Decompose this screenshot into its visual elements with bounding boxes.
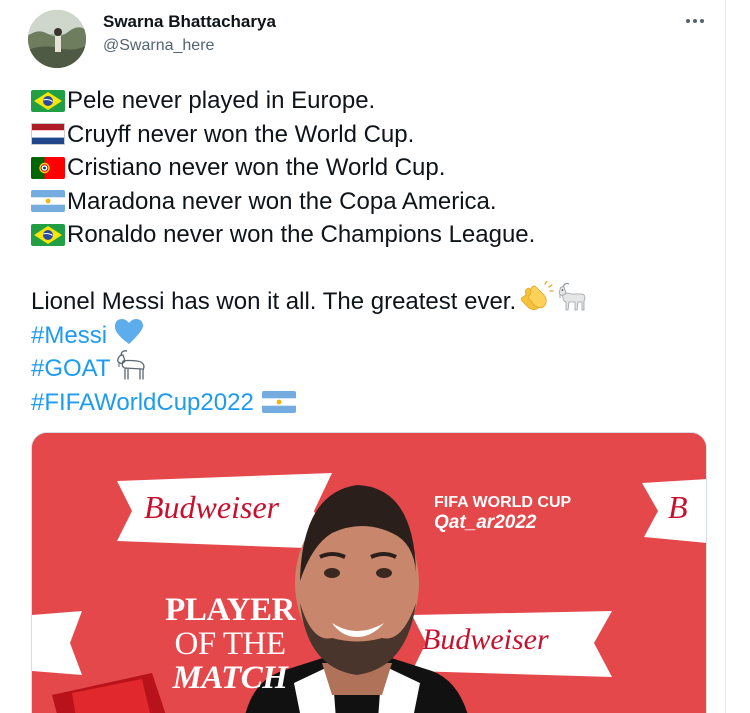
- tweet-line: Maradona never won the Copa America.: [31, 185, 691, 219]
- tweet-media-image[interactable]: Budweiser Budweiser B FIFA WORLD CUP Qat…: [31, 432, 707, 713]
- tweet-text: Pele never played in Europe. Cruyff neve…: [31, 84, 691, 419]
- hashtag-line: #FIFAWorldCup2022: [31, 386, 691, 420]
- budweiser-logo-far-right: B: [668, 489, 688, 525]
- goat-icon: [113, 347, 149, 391]
- line-text: Ronaldo never won the Champions League.: [67, 221, 536, 248]
- argentina-flag-icon: [261, 391, 296, 414]
- tweet-line: Cruyff never won the World Cup.: [31, 118, 691, 152]
- line-text: Pele never played in Europe.: [67, 87, 376, 114]
- budweiser-logo-right: Budweiser: [422, 623, 549, 656]
- fifa-line-1: FIFA WORLD CUP: [434, 494, 572, 511]
- potm-line-3: MATCH: [172, 660, 288, 696]
- tweet-line: Ronaldo never won the Champions League.: [31, 218, 691, 252]
- tweet-line: Pele never played in Europe.: [31, 84, 691, 118]
- fifa-line-2: Qat_ar2022: [434, 512, 537, 533]
- hashtag-link-goat[interactable]: #GOAT: [31, 352, 111, 386]
- author-handle[interactable]: @Swarna_here: [103, 37, 214, 55]
- hashtag-line: #GOAT: [31, 350, 691, 386]
- conclusion-text: Lionel Messi has won it all. The greates…: [31, 288, 517, 315]
- brazil-flag-icon: [31, 89, 65, 112]
- budweiser-logo-left: Budweiser: [144, 489, 280, 525]
- tweet-line: Lionel Messi has won it all. The greates…: [31, 280, 691, 319]
- potm-line-2: OF THE: [174, 626, 287, 662]
- netherlands-flag-icon: [31, 123, 65, 146]
- brazil-flag-icon: [31, 223, 65, 246]
- clapping-hands-icon: [518, 280, 554, 323]
- goat-icon: [556, 281, 590, 323]
- player-of-the-match-text: PLAYER OF THE MATCH: [150, 593, 310, 695]
- author-name[interactable]: Swarna Bhattacharya: [103, 12, 276, 32]
- tweet-line: Cristiano never won the World Cup.: [31, 151, 691, 185]
- hashtag-link-messi[interactable]: #Messi: [31, 319, 107, 353]
- tweet-card: Swarna Bhattacharya @Swarna_here Pele ne…: [0, 0, 726, 713]
- more-options-button[interactable]: [680, 8, 710, 32]
- portugal-flag-icon: [31, 156, 65, 179]
- line-text: Cristiano never won the World Cup.: [67, 154, 446, 181]
- line-text: Maradona never won the Copa America.: [67, 187, 497, 215]
- avatar[interactable]: [28, 10, 86, 68]
- line-text: Cruyff never won the World Cup.: [67, 120, 415, 148]
- argentina-flag-icon: [31, 190, 65, 213]
- potm-line-1: PLAYER: [165, 592, 295, 628]
- more-horizontal-icon: [685, 11, 705, 29]
- hashtag-link-fifaworldcup2022[interactable]: #FIFAWorldCup2022: [31, 386, 254, 420]
- fifa-world-cup-logo: FIFA WORLD CUP Qat_ar2022: [434, 493, 571, 533]
